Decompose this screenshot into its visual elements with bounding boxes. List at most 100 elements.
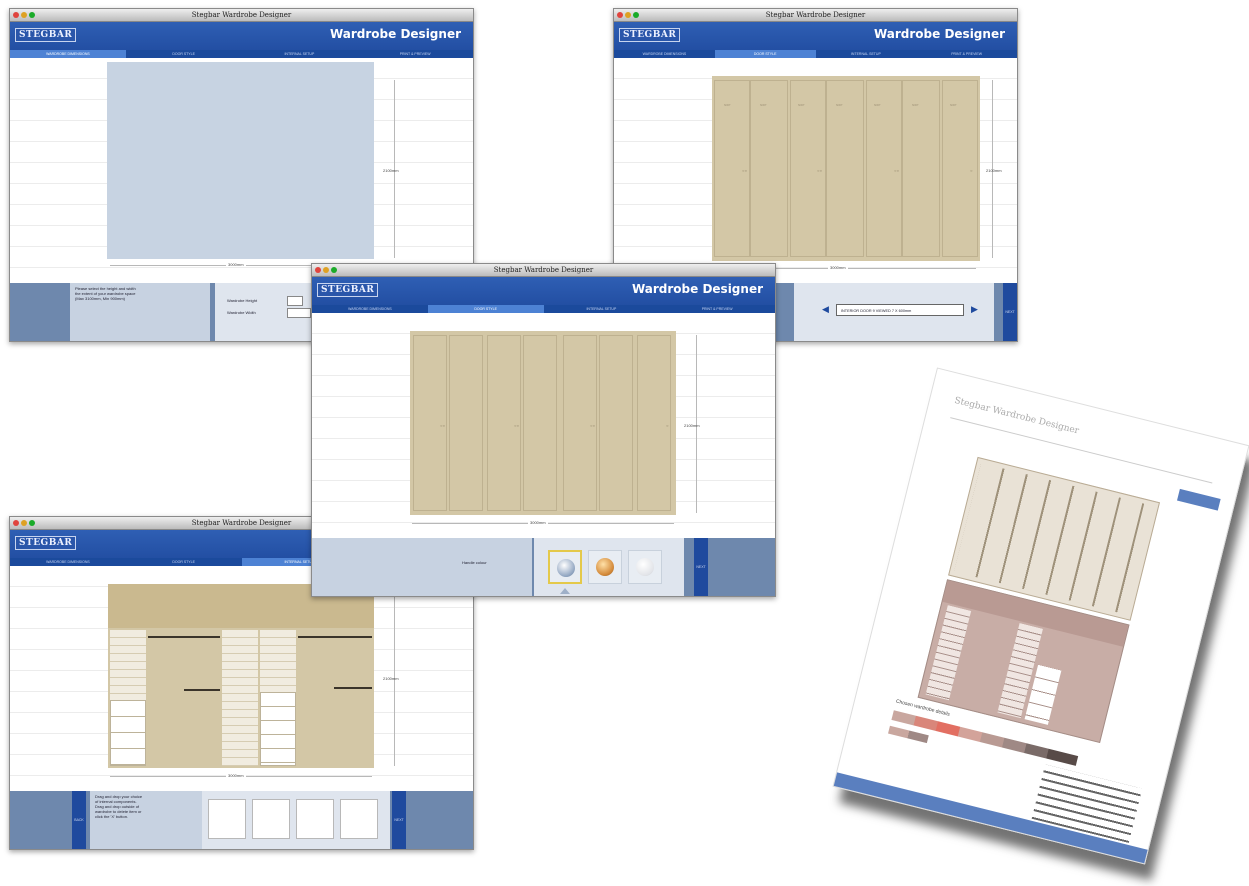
printout-title: Stegbar Wardrobe Designer bbox=[953, 395, 1080, 437]
title-bar: Stegbar Wardrobe Designer bbox=[312, 264, 775, 277]
height-dimension: 2100mm bbox=[383, 676, 399, 681]
back-button[interactable]: BACK bbox=[72, 791, 86, 849]
tab-door-style[interactable]: DOOR STYLE bbox=[126, 558, 242, 566]
handle-icon: ◦◦ bbox=[817, 168, 822, 175]
door bbox=[750, 80, 788, 257]
tab-internal[interactable]: INTERNAL SETUP bbox=[816, 50, 917, 58]
printout-shelves bbox=[925, 605, 972, 701]
app-header: STEGBAR Wardrobe Designer WARDROBE DIMEN… bbox=[614, 22, 1017, 58]
hanging-rail bbox=[184, 689, 220, 691]
handle-white-icon bbox=[636, 558, 654, 576]
close-icon[interactable] bbox=[13, 12, 19, 18]
logo: STEGBAR bbox=[15, 536, 77, 550]
hanging-rail bbox=[334, 687, 372, 689]
door-label: SOFT bbox=[912, 104, 919, 107]
tab-bar: WARDROBE DIMENSIONS DOOR STYLE INTERNAL … bbox=[10, 50, 473, 58]
handle-bronze-icon bbox=[596, 558, 614, 576]
title-bar: Stegbar Wardrobe Designer bbox=[614, 9, 1017, 22]
handle-icon: ◦◦ bbox=[894, 168, 899, 175]
tab-dimensions[interactable]: WARDROBE DIMENSIONS bbox=[312, 305, 428, 313]
swatch-white[interactable] bbox=[628, 550, 662, 584]
handle-icon: ◦◦ bbox=[440, 423, 445, 430]
footer-panel: Handle colour NEXT bbox=[312, 538, 775, 596]
width-dimension: 3000mm bbox=[226, 773, 246, 778]
zoom-icon[interactable] bbox=[29, 520, 35, 526]
door-label: SOFT bbox=[760, 104, 767, 107]
width-dimension: 3000mm bbox=[828, 265, 848, 270]
selection-pointer-icon bbox=[560, 588, 570, 594]
tab-bar: WARDROBE DIMENSIONS DOOR STYLE INTERNAL … bbox=[614, 50, 1017, 58]
tab-internal[interactable]: INTERNAL SETUP bbox=[242, 50, 358, 58]
close-icon[interactable] bbox=[617, 12, 623, 18]
door bbox=[523, 335, 557, 511]
printout-page: Stegbar Wardrobe Designer Chosen wardrob… bbox=[832, 367, 1249, 865]
tab-dimensions[interactable]: WARDROBE DIMENSIONS bbox=[10, 50, 126, 58]
width-input[interactable] bbox=[287, 308, 311, 318]
zoom-icon[interactable] bbox=[633, 12, 639, 18]
door bbox=[826, 80, 864, 257]
app-header: STEGBAR Wardrobe Designer WARDROBE DIMEN… bbox=[10, 22, 473, 58]
handle-icon: ◦◦ bbox=[590, 423, 595, 430]
next-button[interactable]: NEXT bbox=[392, 791, 406, 849]
component-palette bbox=[202, 791, 390, 849]
printout-logo bbox=[1176, 488, 1221, 511]
zoom-icon[interactable] bbox=[331, 267, 337, 273]
tab-door-style[interactable]: DOOR STYLE bbox=[126, 50, 242, 58]
width-dimension: 3000mm bbox=[528, 520, 548, 525]
door-label: SOFT bbox=[874, 104, 881, 107]
handle-label-panel bbox=[312, 538, 532, 596]
minimize-icon[interactable] bbox=[625, 12, 631, 18]
handle-colour-label: Handle colour bbox=[462, 560, 487, 565]
door-label: SOFT bbox=[798, 104, 805, 107]
wardrobe-front: SOFT SOFT SOFT SOFT SOFT SOFT SOFT ◦◦ ◦◦… bbox=[712, 76, 980, 261]
minimize-icon[interactable] bbox=[323, 267, 329, 273]
swatch-bronze[interactable] bbox=[588, 550, 622, 584]
door bbox=[599, 335, 633, 511]
tab-internal[interactable]: INTERNAL SETUP bbox=[544, 305, 660, 313]
height-dimension: 2100mm bbox=[383, 168, 399, 173]
component-drawers[interactable] bbox=[208, 799, 246, 839]
next-arrow-icon[interactable]: ▶ bbox=[971, 305, 978, 314]
drawer-unit bbox=[110, 700, 146, 766]
door bbox=[902, 80, 940, 257]
door-label: SOFT bbox=[950, 104, 957, 107]
height-input[interactable] bbox=[287, 296, 303, 306]
door-label: SOFT bbox=[724, 104, 731, 107]
component-rail[interactable] bbox=[296, 799, 334, 839]
instruction-text: Drag and drop your choice of internal co… bbox=[90, 791, 202, 849]
window-title: Stegbar Wardrobe Designer bbox=[191, 11, 292, 19]
height-dimension: 2100mm bbox=[986, 168, 1002, 173]
handle-icon: ◦◦ bbox=[742, 168, 747, 175]
tab-dimensions[interactable]: WARDROBE DIMENSIONS bbox=[614, 50, 715, 58]
tab-door-style[interactable]: DOOR STYLE bbox=[714, 50, 816, 58]
shelving-unit bbox=[222, 630, 258, 766]
next-button[interactable]: NEXT bbox=[694, 538, 708, 596]
zoom-icon[interactable] bbox=[29, 12, 35, 18]
prev-arrow-icon[interactable]: ◀ bbox=[822, 305, 829, 314]
close-icon[interactable] bbox=[13, 520, 19, 526]
instruction-text: Please select the height and width the e… bbox=[70, 283, 210, 341]
wardrobe-front: ◦◦ ◦◦ ◦◦ ◦ bbox=[410, 331, 676, 515]
door bbox=[942, 80, 978, 257]
component-hanging[interactable] bbox=[252, 799, 290, 839]
tab-dimensions[interactable]: WARDROBE DIMENSIONS bbox=[10, 558, 126, 566]
handle-icon: ◦ bbox=[666, 423, 669, 430]
tab-print[interactable]: PRINT & PREVIEW bbox=[916, 50, 1017, 58]
width-label: Wardrobe Width bbox=[227, 310, 256, 315]
tab-door-style[interactable]: DOOR STYLE bbox=[427, 305, 544, 313]
tab-print[interactable]: PRINT & PREVIEW bbox=[357, 50, 473, 58]
next-button[interactable]: NEXT bbox=[1003, 283, 1017, 341]
tab-bar: WARDROBE DIMENSIONS DOOR STYLE INTERNAL … bbox=[312, 305, 775, 313]
logo: STEGBAR bbox=[15, 28, 77, 42]
hanging-rail bbox=[148, 636, 220, 638]
door-selector[interactable]: INTERIOR DOOR 9 VIEWED 7 X 600mm bbox=[836, 304, 964, 316]
drawer-unit bbox=[260, 692, 296, 766]
handle-icon: ◦ bbox=[970, 168, 973, 175]
app-title: Wardrobe Designer bbox=[873, 27, 1005, 41]
swatch-chrome[interactable] bbox=[548, 550, 582, 584]
minimize-icon[interactable] bbox=[21, 12, 27, 18]
minimize-icon[interactable] bbox=[21, 520, 27, 526]
tab-print[interactable]: PRINT & PREVIEW bbox=[659, 305, 775, 313]
component-shelf[interactable] bbox=[340, 799, 378, 839]
close-icon[interactable] bbox=[315, 267, 321, 273]
